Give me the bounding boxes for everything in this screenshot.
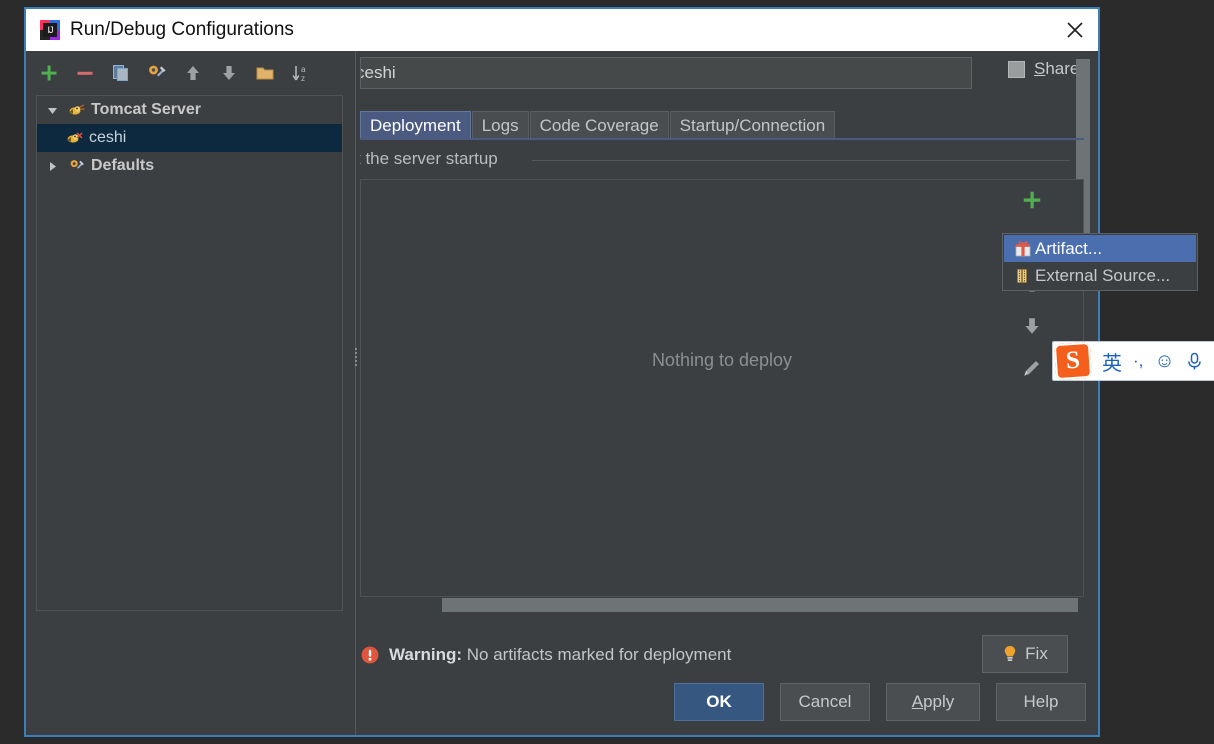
help-button[interactable]: Help [996,683,1086,721]
ime-voice-input-icon[interactable] [1186,352,1203,371]
scrollbar-thumb[interactable] [442,598,1078,612]
pencil-icon[interactable] [1012,347,1052,389]
editor-tabs: Deployment Logs Code Coverage Startup/Co… [360,109,836,139]
tree-node-defaults[interactable]: Defaults [37,152,342,180]
run-debug-configurations-dialog: IJ Run/Debug Configurations a z Tomcat S… [24,7,1100,737]
move-up-button[interactable] [180,60,206,86]
share-checkbox[interactable]: Share [1008,59,1079,79]
warning-prefix: Warning: [389,645,463,664]
configurations-toolbar: a z [36,55,314,91]
tabs-underline [360,138,1084,140]
share-checkbox-label: Share [1034,59,1079,79]
configurations-tree[interactable]: Tomcat Server ceshi Defaults [36,95,343,611]
chevron-down-icon[interactable] [39,104,65,117]
warning-message: No artifacts marked for deployment [466,645,732,664]
svg-text:z: z [301,74,305,83]
tree-node-ceshi[interactable]: ceshi [37,124,342,152]
dialog-title: Run/Debug Configurations [70,19,294,40]
add-deployment-popup-menu[interactable]: Artifact... External Source... [1002,233,1198,291]
deploy-caption-row: t the server startup [360,149,1084,171]
tab-logs[interactable]: Logs [471,111,529,139]
tomcat-icon [65,103,89,118]
desktop-background: IJ Run/Debug Configurations a z Tomcat S… [0,0,1214,744]
fix-button[interactable]: Fix [982,635,1068,673]
apply-mnemonic: A [911,692,924,711]
add-artifact-button[interactable] [1012,179,1052,221]
tree-node-label: Tomcat Server [91,101,201,118]
cancel-button[interactable]: Cancel [780,683,870,721]
apply-label-rest: pply [923,692,955,711]
move-artifact-down-button[interactable] [1012,305,1052,347]
splitter-line [355,51,356,735]
dialog-body: a z Tomcat Server ceshi Defaults eshi Sh… [26,51,1098,735]
sogou-ime-toolbar[interactable]: S 英 ·, ☺ [1052,341,1214,381]
caption-separator [532,160,1070,161]
warning-text: Warning: No artifacts marked for deploym… [389,645,731,665]
tab-startup-connection[interactable]: Startup/Connection [669,111,836,139]
add-configuration-button[interactable] [36,60,62,86]
ime-language-mode[interactable]: 英 [1102,347,1122,376]
splitter-grip[interactable] [354,346,359,372]
tree-node-tomcat-server[interactable]: Tomcat Server [37,96,342,124]
sort-alpha-icon[interactable]: a z [288,60,314,86]
tree-node-label: ceshi [89,129,127,146]
intellij-idea-icon: IJ [40,20,60,40]
fix-button-label: Fix [1025,644,1048,663]
ime-punctuation-toggle[interactable]: ·, [1133,351,1143,371]
tree-node-label: Defaults [91,157,155,174]
remove-configuration-button[interactable] [72,60,98,86]
close-icon[interactable] [1052,9,1098,51]
warning-bar: Warning: No artifacts marked for deploym… [360,635,1084,675]
copy-configuration-button[interactable] [108,60,134,86]
share-mnemonic: S [1034,59,1046,78]
dialog-titlebar: IJ Run/Debug Configurations [26,9,1098,51]
share-label-rest: hare [1045,59,1080,78]
tab-code-coverage[interactable]: Code Coverage [529,111,669,139]
error-circle-icon [360,645,380,665]
deployment-empty-text: Nothing to deploy [651,350,793,370]
artifact-package-icon [1011,240,1035,257]
wrench-gear-icon[interactable] [144,60,170,86]
ok-button[interactable]: OK [674,683,764,721]
popup-item-label: External Source... [1035,265,1171,285]
share-checkbox-box[interactable] [1008,60,1025,78]
ime-emoji-icon[interactable]: ☺ [1154,350,1174,373]
sogou-logo-icon[interactable]: S [1053,342,1093,380]
deployment-horizontal-scrollbar[interactable] [360,598,1084,613]
quick-fix-bulb-icon [1002,645,1018,663]
popup-item-external-source[interactable]: External Source... [1004,262,1196,289]
move-down-button[interactable] [216,60,242,86]
svg-text:a: a [301,65,306,74]
chevron-right-icon[interactable] [39,160,65,173]
deployment-table[interactable]: Nothing to deploy [360,179,1084,597]
deploy-caption: t the server startup [360,149,498,168]
apply-button[interactable]: Apply [886,683,980,721]
configuration-editor-pane: ceshi Share Deployment Logs Code Coverag… [360,51,1098,735]
popup-item-label: Artifact... [1035,238,1103,258]
tab-deployment[interactable]: Deployment [360,111,471,139]
tomcat-icon [63,131,87,146]
name-row: ceshi Share [360,57,1098,93]
dialog-footer: OK Cancel Apply Help [26,683,1098,721]
create-folder-button[interactable] [252,60,278,86]
wrench-gear-icon [65,158,89,174]
external-source-icon [1011,268,1035,284]
popup-item-artifact[interactable]: Artifact... [1004,235,1196,262]
configurations-left-pane: a z Tomcat Server ceshi Defaults [26,51,354,735]
configuration-name-input[interactable]: ceshi [360,57,972,89]
